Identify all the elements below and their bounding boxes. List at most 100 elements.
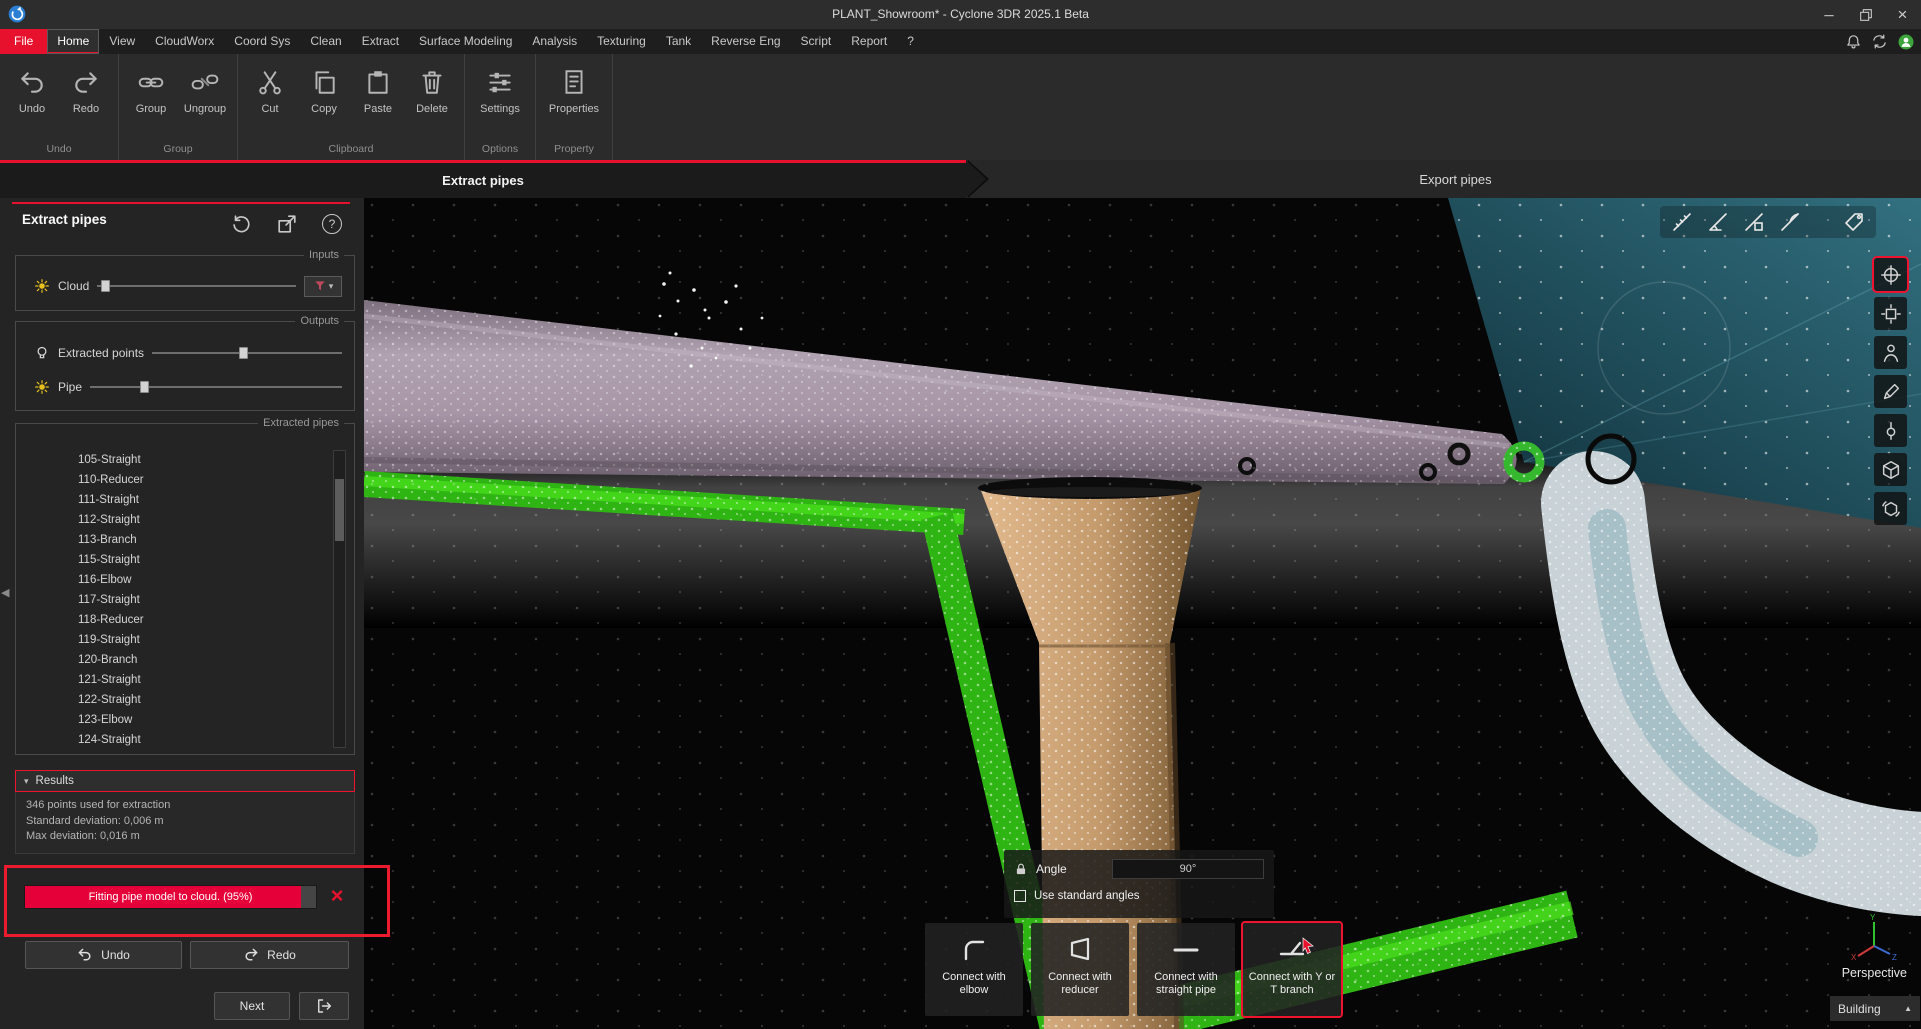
sync-icon[interactable]: [1871, 33, 1888, 50]
menu-bar: File Home View CloudWorx Coord Sys Clean…: [0, 29, 1921, 54]
list-item[interactable]: 118-Reducer: [20, 610, 324, 630]
cloud-filter-button[interactable]: ▾: [304, 276, 342, 297]
measure-area-icon[interactable]: [1742, 210, 1766, 234]
angle-label: Angle: [1036, 862, 1067, 876]
filter-dropdown-icon[interactable]: ▾: [329, 281, 334, 292]
close-button[interactable]: ×: [1884, 0, 1921, 29]
measure-toolbar: [1660, 206, 1876, 238]
list-item[interactable]: 117-Straight: [20, 590, 324, 610]
ungroup-button[interactable]: Ungroup: [179, 66, 231, 115]
group-button[interactable]: Group: [125, 66, 177, 115]
tab-surface-modeling[interactable]: Surface Modeling: [409, 29, 522, 54]
slider-thumb[interactable]: [101, 280, 110, 292]
list-scrollbar[interactable]: [333, 450, 346, 748]
scrollbar-thumb[interactable]: [335, 479, 344, 541]
extracted-points-slider[interactable]: [152, 346, 342, 360]
connect-with-y-or-t-branch-button[interactable]: Connect with Y or T branch: [1243, 923, 1341, 1016]
slider-thumb[interactable]: [239, 347, 248, 359]
connect-with-reducer-button[interactable]: Connect with reducer: [1031, 923, 1129, 1016]
walkthrough-tool-button[interactable]: [1874, 336, 1907, 369]
paste-button[interactable]: Paste: [352, 66, 404, 115]
copy-button[interactable]: Copy: [298, 66, 350, 115]
button-label: Delete: [416, 103, 448, 115]
list-item[interactable]: 122-Straight: [20, 690, 324, 710]
pipe-opacity-slider[interactable]: [90, 380, 342, 394]
connect-options-row: Connect with elbow Connect with reducer …: [925, 923, 1341, 1016]
cancel-progress-button[interactable]: ×: [323, 882, 351, 910]
workflow-step-extract-pipes[interactable]: Extract pipes: [0, 160, 966, 198]
settings-button[interactable]: Settings: [471, 66, 529, 115]
measure-angle-icon[interactable]: [1706, 210, 1730, 234]
notifications-bell-icon[interactable]: [1845, 33, 1862, 50]
tab-report[interactable]: Report: [841, 29, 897, 54]
tab-home[interactable]: Home: [47, 29, 99, 54]
restore-button[interactable]: [1847, 0, 1884, 29]
tab-file[interactable]: File: [0, 29, 47, 54]
results-header[interactable]: ▾ Results: [15, 770, 355, 792]
connect-with-elbow-button[interactable]: Connect with elbow: [925, 923, 1023, 1016]
tab-clean[interactable]: Clean: [300, 29, 351, 54]
building-dropdown[interactable]: Building ▲: [1830, 996, 1920, 1021]
fit-view-tool-button[interactable]: [1874, 297, 1907, 330]
list-item[interactable]: 113-Branch: [20, 530, 324, 550]
tab-help[interactable]: ?: [897, 29, 924, 54]
tab-analysis[interactable]: Analysis: [522, 29, 587, 54]
rotate-view-tool-button[interactable]: [1874, 492, 1907, 525]
lock-icon[interactable]: [1014, 862, 1028, 877]
exit-tool-button[interactable]: [299, 992, 349, 1020]
redo-button[interactable]: Redo: [60, 66, 112, 115]
angle-input[interactable]: 90°: [1112, 859, 1264, 879]
measure-length-icon[interactable]: [1670, 210, 1694, 234]
ribbon-group-label: Undo: [6, 143, 112, 160]
tab-coord-sys[interactable]: Coord Sys: [224, 29, 300, 54]
help-button[interactable]: ?: [319, 211, 345, 237]
measure-arc-icon[interactable]: [1778, 210, 1802, 234]
delete-button[interactable]: Delete: [406, 66, 458, 115]
tab-tank[interactable]: Tank: [656, 29, 701, 54]
standard-angles-checkbox[interactable]: [1014, 890, 1026, 902]
tab-texturing[interactable]: Texturing: [587, 29, 656, 54]
list-item[interactable]: 123-Elbow: [20, 710, 324, 730]
tab-extract[interactable]: Extract: [352, 29, 409, 54]
next-button[interactable]: Next: [214, 992, 290, 1020]
undo-button[interactable]: Undo: [6, 66, 58, 115]
list-item[interactable]: 105-Straight: [20, 450, 324, 470]
copy-icon: [310, 68, 338, 96]
list-item[interactable]: 124-Straight: [20, 730, 324, 748]
list-item[interactable]: 112-Straight: [20, 510, 324, 530]
list-item[interactable]: 116-Elbow: [20, 570, 324, 590]
draw-tool-button[interactable]: [1874, 375, 1907, 408]
delete-trash-icon: [418, 68, 446, 96]
undo-icon: [18, 68, 46, 96]
workflow-step-export-pipes[interactable]: Export pipes: [990, 160, 1921, 198]
panel-collapse-handle[interactable]: ◀: [1, 586, 9, 599]
tab-cloudworx[interactable]: CloudWorx: [145, 29, 224, 54]
list-item[interactable]: 121-Straight: [20, 670, 324, 690]
list-item[interactable]: 119-Straight: [20, 630, 324, 650]
export-button[interactable]: [274, 211, 300, 237]
panel-redo-button[interactable]: Redo: [190, 941, 349, 969]
tab-view[interactable]: View: [99, 29, 145, 54]
label-tag-icon[interactable]: [1842, 210, 1866, 234]
history-button[interactable]: [228, 211, 254, 237]
redo-small-icon: [243, 947, 259, 963]
panel-undo-button[interactable]: Undo: [25, 941, 182, 969]
orbit-tool-button[interactable]: [1874, 258, 1907, 291]
tab-script[interactable]: Script: [791, 29, 842, 54]
cube-view-tool-button[interactable]: [1874, 453, 1907, 486]
list-item[interactable]: 110-Reducer: [20, 470, 324, 490]
connect-with-straight-pipe-button[interactable]: Connect with straight pipe: [1137, 923, 1235, 1016]
list-item[interactable]: 120-Branch: [20, 650, 324, 670]
button-label: Properties: [549, 103, 599, 115]
tab-reverse-eng[interactable]: Reverse Eng: [701, 29, 790, 54]
minimize-button[interactable]: [1810, 0, 1847, 29]
list-item[interactable]: 111-Straight: [20, 490, 324, 510]
list-item[interactable]: 115-Straight: [20, 550, 324, 570]
slider-thumb[interactable]: [140, 381, 149, 393]
cut-button[interactable]: Cut: [244, 66, 296, 115]
cloud-opacity-slider[interactable]: [97, 279, 296, 293]
properties-button[interactable]: Properties: [542, 66, 606, 115]
dropdown-arrow-icon: ▲: [1904, 1004, 1912, 1013]
user-account-icon[interactable]: [1897, 33, 1915, 51]
pin-tool-button[interactable]: [1874, 414, 1907, 447]
